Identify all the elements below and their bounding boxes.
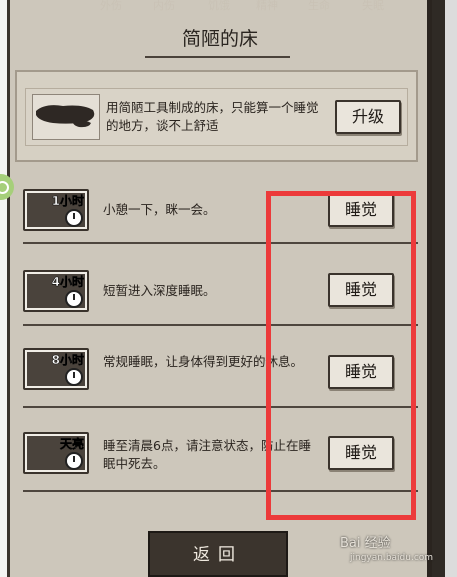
right-margin bbox=[445, 0, 457, 577]
time-dawn-icon: 天亮 bbox=[23, 432, 89, 474]
tab-life[interactable]: 生命 bbox=[308, 0, 330, 13]
time-label: 1小时 bbox=[51, 194, 84, 209]
sunrise-icon bbox=[65, 452, 83, 470]
clock-icon bbox=[65, 368, 83, 386]
bed-info-inner: 用简陋工具制成的床，只能算一个睡觉的地方，谈不上舒适 升级 bbox=[25, 88, 408, 146]
bed-description: 用简陋工具制成的床，只能算一个睡觉的地方，谈不上舒适 bbox=[106, 100, 319, 133]
title-wrap: 简陋的床 bbox=[10, 24, 430, 51]
bed-icon bbox=[32, 94, 100, 140]
tab-insomnia[interactable]: 失眠 bbox=[362, 0, 384, 13]
time-8h-icon: 8小时 bbox=[23, 348, 89, 390]
tab-hunger[interactable]: 饥饿 bbox=[208, 0, 230, 13]
clock-icon bbox=[65, 290, 83, 308]
time-4h-icon: 4小时 bbox=[23, 270, 89, 312]
top-status-tabs: 外伤 内伤 饥饿 精神 生命 失眠 bbox=[10, 0, 430, 12]
bed-info-card: 用简陋工具制成的床，只能算一个睡觉的地方，谈不上舒适 升级 bbox=[15, 70, 418, 162]
tab-injury-external[interactable]: 外伤 bbox=[100, 0, 122, 13]
time-1h-icon: 1小时 bbox=[23, 189, 89, 231]
title-underline bbox=[145, 56, 290, 58]
time-label: 8小时 bbox=[51, 353, 84, 368]
page-title: 简陋的床 bbox=[181, 28, 258, 50]
clock-icon bbox=[65, 209, 83, 227]
upgrade-button[interactable]: 升级 bbox=[335, 100, 401, 134]
time-label: 4小时 bbox=[51, 275, 84, 290]
tab-injury-internal[interactable]: 内伤 bbox=[153, 0, 175, 13]
highlight-box bbox=[266, 191, 416, 520]
time-label: 天亮 bbox=[59, 437, 85, 452]
watermark-logo: Bai 经验 bbox=[340, 536, 391, 551]
watermark-url: jingyan.baidu.com bbox=[350, 553, 434, 563]
back-button[interactable]: 返回 bbox=[148, 531, 288, 577]
left-margin bbox=[0, 0, 7, 577]
tab-spirit[interactable]: 精神 bbox=[256, 0, 278, 13]
